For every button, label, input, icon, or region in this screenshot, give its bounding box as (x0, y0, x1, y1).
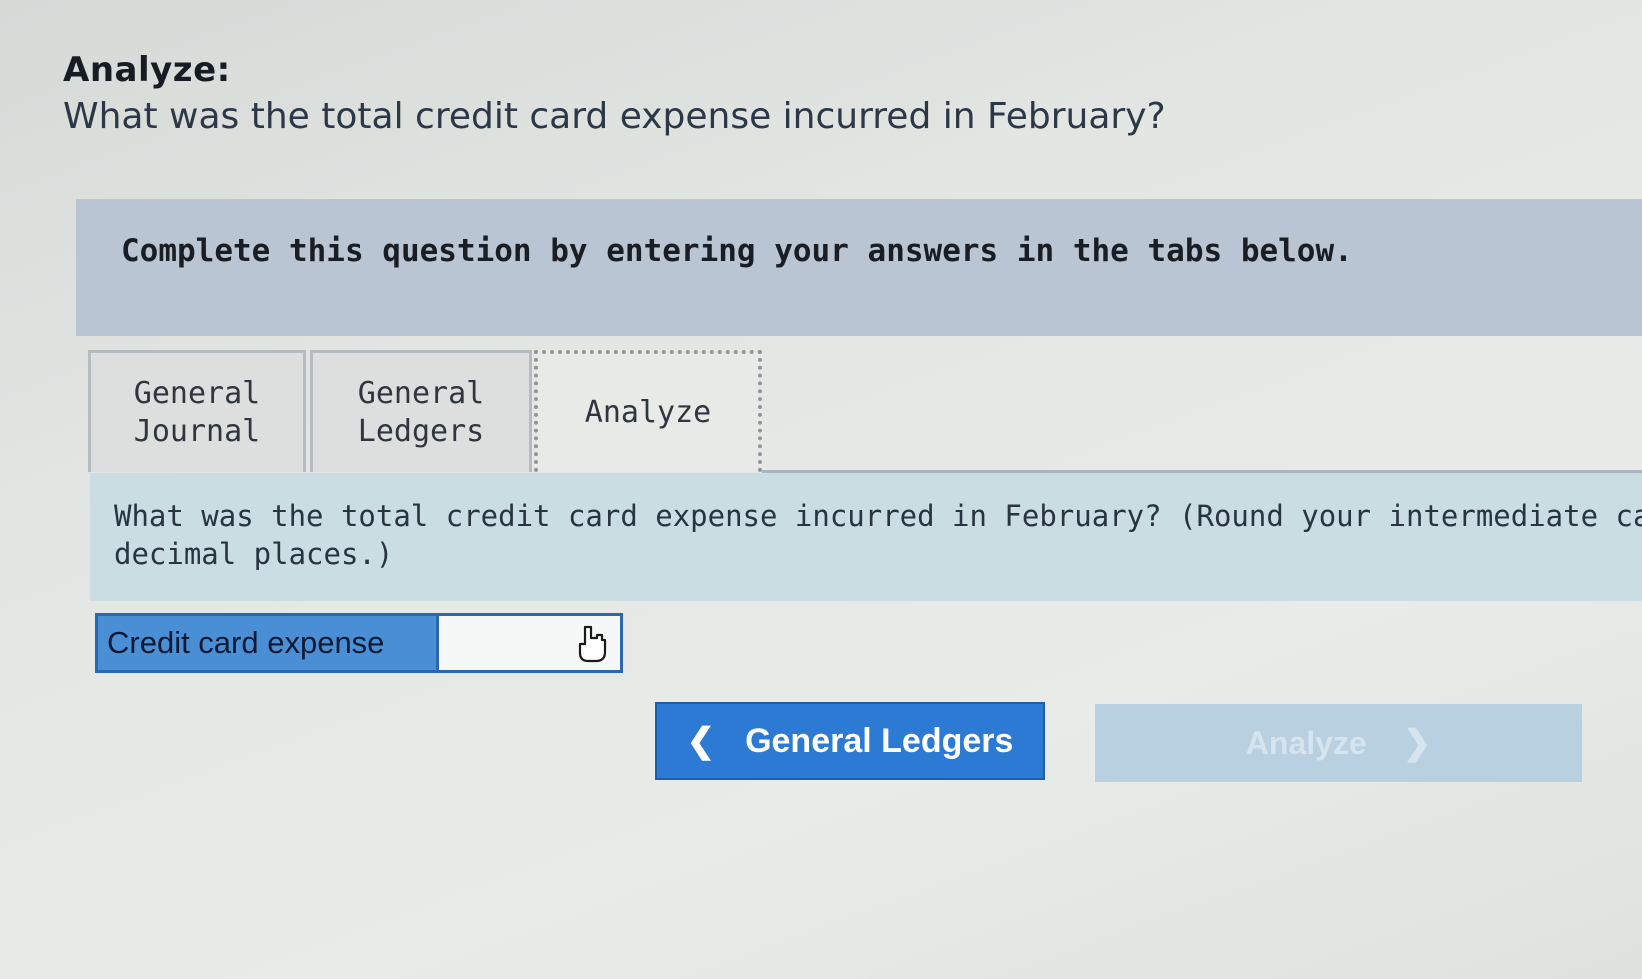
question-header: Analyze: What was the total credit card … (63, 50, 1166, 137)
instruction-text: Complete this question by entering your … (121, 233, 1353, 269)
section-title: Analyze: (63, 50, 231, 90)
answer-row: Credit card expense (95, 613, 623, 673)
tab-general-journal[interactable]: General Journal (88, 350, 306, 472)
analyze-question-line1: What was the total credit card expense i… (114, 499, 1642, 533)
answer-label: Credit card expense (98, 616, 439, 670)
question-text: What was the total credit card expense i… (63, 96, 1166, 137)
analyze-question-line2: decimal places.) (114, 537, 394, 571)
credit-card-expense-input[interactable] (439, 616, 620, 670)
instruction-panel: Complete this question by entering your … (76, 199, 1642, 336)
tab-label: General Ledgers (357, 375, 485, 449)
tab-bar: General Journal General Ledgers Analyze (88, 350, 762, 472)
next-button-label: Analyze (1245, 724, 1367, 761)
tab-label: General Journal (133, 375, 261, 449)
tab-general-ledgers[interactable]: General Ledgers (310, 350, 532, 472)
answer-input-wrap (439, 616, 620, 670)
tab-analyze[interactable]: Analyze (534, 350, 762, 472)
analyze-question-panel: What was the total credit card expense i… (90, 473, 1642, 601)
back-button-label: General Ledgers (745, 721, 1014, 760)
back-to-general-ledgers-button[interactable]: ❮ General Ledgers (655, 702, 1045, 780)
tab-label: Analyze (584, 395, 712, 430)
next-analyze-button[interactable]: Analyze ❯ (1095, 704, 1582, 782)
chevron-left-icon: ❮ (686, 722, 716, 760)
chevron-right-icon: ❯ (1402, 724, 1432, 762)
